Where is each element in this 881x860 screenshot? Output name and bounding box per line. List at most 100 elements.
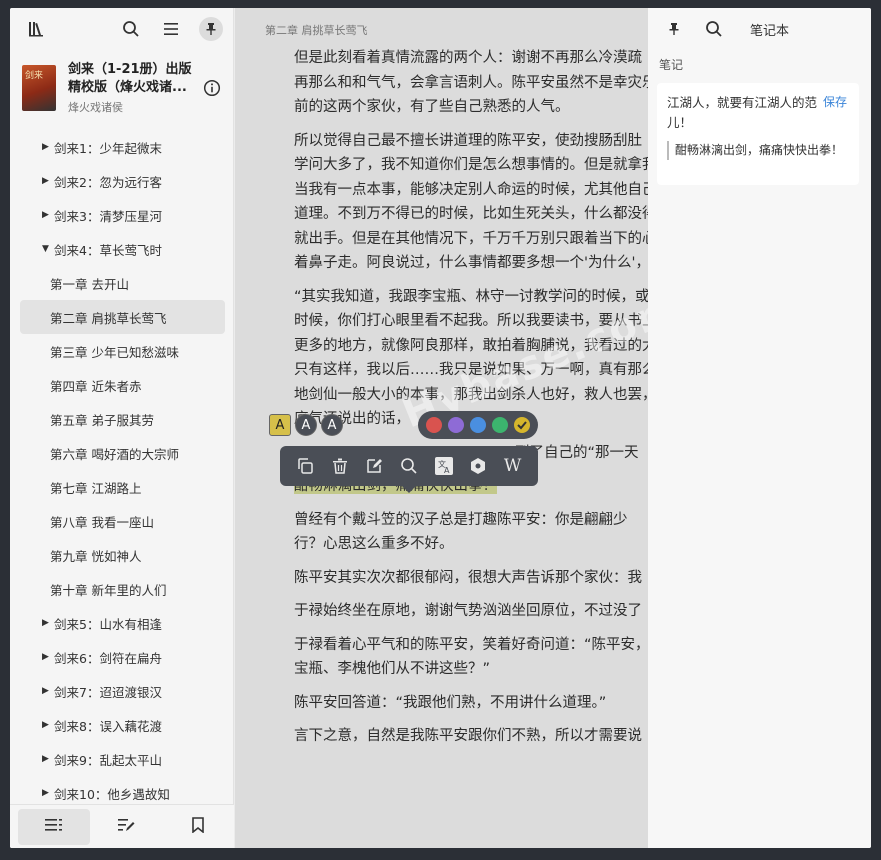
toc-chapter-item[interactable]: 第三章 少年已知愁滋味 <box>20 334 225 368</box>
toc-item-label: 第九章 恍如神人 <box>50 548 142 564</box>
menu-icon[interactable] <box>159 17 183 41</box>
paragraph[interactable]: 陈平安回答道：“我跟他们熟，不用讲什么道理。” <box>265 691 648 716</box>
text-line: 曾经有个戴斗笠的汉子总是打趣陈平安：你是翩翩少 <box>294 511 628 528</box>
text-line: 着鼻子走。阿良说过，什么事情都要多想一个'为什么'，我觉 <box>294 255 648 271</box>
color-swatch-green[interactable] <box>492 417 508 433</box>
highlight-style-underline[interactable]: A <box>295 414 317 436</box>
text-line: 就出手。但是在其他情况下，千万千万别只跟着当下的心思 <box>294 230 648 247</box>
toc-item-label: 第八章 我看一座山 <box>50 514 154 530</box>
text-line: 当我有一点本事，能够决定别人命运的时候，尤其他自己觉 <box>294 181 648 198</box>
toc-volume-item[interactable]: ▶ 剑来2：忽为远行客 <box>20 164 225 198</box>
book-title-line1: 剑来（1-21册）出版 <box>68 62 192 77</box>
toc-volume-item[interactable]: ▶ 剑来7：迢迢渡银汉 <box>20 674 225 708</box>
caret-right-icon[interactable]: ▶ <box>42 788 54 798</box>
caret-right-icon[interactable]: ▶ <box>42 176 54 186</box>
toc-item-label: 第三章 少年已知愁滋味 <box>50 344 179 360</box>
paragraph[interactable]: 曾经有个戴斗笠的汉子总是打趣陈平安：你是翩翩少 行？心思这么重多不好。 <box>265 508 648 557</box>
toc-chapter-item[interactable]: 第七章 江湖路上 <box>20 470 225 504</box>
note-card: 江湖人，就要有江湖人的范儿！ 保存 酣畅淋漓出剑，痛痛快快出拳！ <box>657 83 859 185</box>
toc-tab[interactable] <box>18 808 90 845</box>
toc-volume-item[interactable]: ▶ 剑来5：山水有相逢 <box>20 606 225 640</box>
table-of-contents: ▶ 剑来1：少年起微末 ▶ 剑来2：忽为远行客 ▶ 剑来3：清梦压星河 ▼ 剑来4：草长莺飞时… <box>10 126 233 810</box>
paragraph[interactable]: 于禄始终坐在原地，谢谢气势汹汹坐回原位，不过没了 <box>265 599 648 624</box>
pin-icon[interactable] <box>199 17 223 41</box>
toc-chapter-item[interactable]: 第四章 近朱者赤 <box>20 368 225 402</box>
caret-right-icon[interactable]: ▶ <box>42 618 54 628</box>
paragraph[interactable]: 言下之意，自然是我陈平安跟你们不熟，所以才需要说 <box>265 724 648 749</box>
toc-chapter-item[interactable]: 第五章 弟子服其劳 <box>20 402 225 436</box>
search-icon[interactable] <box>119 17 143 41</box>
notebook-toolbar: 笔记本 <box>648 8 871 50</box>
toc-item-label: 剑来7：迢迢渡银汉 <box>54 684 162 700</box>
paragraph[interactable]: 所以觉得自己最不擅长讲道理的陈平安，使劲搜肠刮肚 学问大多了，我不知道你们是怎么想… <box>265 129 648 276</box>
bookmarks-tab[interactable] <box>162 809 234 845</box>
toc-item-label: 第五章 弟子服其劳 <box>50 412 154 428</box>
save-button[interactable]: 保存 <box>823 93 847 110</box>
toc-item-label: 第一章 去开山 <box>50 276 129 292</box>
color-swatch-red[interactable] <box>426 417 442 433</box>
text-line: “其实我知道，我跟李宝瓶、林守一讨教学问的时候，或 <box>294 288 648 305</box>
notebook-panel: 笔记本 笔记 江湖人，就要有江湖人的范儿！ 保存 酣畅淋漓出剑，痛痛快快出拳！ <box>648 8 871 848</box>
book-info[interactable]: 剑来 剑来（1-21册）出版 精校版（烽火戏诸... 烽火戏诸侯 <box>10 50 233 126</box>
text-line: 于禄始终坐在原地，谢谢气势汹汹坐回原位，不过没了 <box>294 603 642 619</box>
paragraph[interactable]: 于禄看着心平气和的陈平安，笑着好奇问道：“陈平安， 宝瓶、李槐他们从不讲这些？” <box>265 633 648 682</box>
caret-right-icon[interactable]: ▶ <box>42 142 54 152</box>
text-line: 所以觉得自己最不擅长讲道理的陈平安，使劲搜肠刮肚 <box>294 132 642 149</box>
book-text: 剑来（1-21册）出版 精校版（烽火戏诸... 烽火戏诸侯 <box>68 61 197 115</box>
info-icon[interactable] <box>203 79 221 97</box>
text-line: 陈平安其实次次都很郁闷，很想大声告诉那个家伙：我 <box>294 569 642 586</box>
toc-volume-item[interactable]: ▼ 剑来4：草长莺飞时 <box>20 232 225 266</box>
highlight-style-fill[interactable]: A <box>269 414 291 436</box>
toc-volume-item[interactable]: ▶ 剑来3：清梦压星河 <box>20 198 225 232</box>
color-swatch-yellow[interactable] <box>514 417 530 433</box>
highlight-style-wavy[interactable]: A <box>321 414 343 436</box>
toc-volume-item[interactable]: ▶ 剑来8：误入藕花渡 <box>20 708 225 742</box>
toc-volume-item[interactable]: ▶ 剑来6：剑符在扁舟 <box>20 640 225 674</box>
edit-icon[interactable] <box>362 454 386 478</box>
caret-right-icon[interactable]: ▶ <box>42 754 54 764</box>
toc-item-label: 剑来6：剑符在扁舟 <box>54 650 162 666</box>
notes-section-label: 笔记 <box>659 58 684 72</box>
dictionary-icon[interactable] <box>466 454 490 478</box>
app-window: 剑来 剑来（1-21册）出版 精校版（烽火戏诸... 烽火戏诸侯 ▶ 剑来1：少年… <box>10 8 871 848</box>
toc-chapter-item[interactable]: 第六章 喝好酒的大宗师 <box>20 436 225 470</box>
toc-item-label: 剑来1：少年起微末 <box>54 140 162 156</box>
toc-item-label: 剑来8：误入藕花渡 <box>54 718 162 734</box>
paragraph[interactable]: 陈平安其实次次都很郁闷，很想大声告诉那个家伙：我 <box>265 566 648 591</box>
caret-right-icon[interactable]: ▶ <box>42 686 54 696</box>
paragraph[interactable]: 但是此刻看着真情流露的两个人：谢谢不再那么冷漠疏 再那么和和气气，会拿言语刺人。陈… <box>265 46 648 120</box>
toc-item-label: 剑来5：山水有相逢 <box>54 616 162 632</box>
toc-chapter-item[interactable]: 第十章 新年里的人们 <box>20 572 225 606</box>
highlight-color-bar <box>418 411 538 439</box>
delete-icon[interactable] <box>328 454 352 478</box>
library-icon[interactable] <box>24 17 48 41</box>
text-line: 于禄看着心平气和的陈平安，笑着好奇问道：“陈平安， <box>294 636 648 653</box>
caret-right-icon[interactable]: ▶ <box>42 210 54 220</box>
toc-chapter-item[interactable]: 第九章 恍如神人 <box>20 538 225 572</box>
toc-volume-item[interactable]: ▶ 剑来9：乱起太平山 <box>20 742 225 776</box>
sidebar-bottom-tabs <box>10 804 234 848</box>
search-icon[interactable] <box>397 454 421 478</box>
translate-icon[interactable]: 文A <box>432 454 456 478</box>
text-line: 道理。不到万不得已的时候，比如生死关头，什么都没得谈 <box>294 206 648 222</box>
caret-down-icon[interactable]: ▼ <box>42 244 54 254</box>
search-icon[interactable] <box>702 17 726 41</box>
toc-chapter-item[interactable]: 第一章 去开山 <box>20 266 225 300</box>
copy-icon[interactable] <box>293 454 317 478</box>
caret-right-icon[interactable]: ▶ <box>42 652 54 662</box>
color-swatch-blue[interactable] <box>470 417 486 433</box>
notes-tab[interactable] <box>90 809 162 845</box>
toc-chapter-item[interactable]: 第二章 肩挑草长莺飞 <box>20 300 225 334</box>
toc-item-label: 剑来3：清梦压星河 <box>54 208 162 224</box>
toc-item-label: 第四章 近朱者赤 <box>50 378 142 394</box>
toc-chapter-item[interactable]: 第八章 我看一座山 <box>20 504 225 538</box>
text-line: 前的这两个家伙，有了些自己熟悉的人气。 <box>294 99 570 115</box>
wikipedia-icon[interactable]: W <box>501 454 525 478</box>
note-text[interactable]: 江湖人，就要有江湖人的范儿！ <box>667 93 817 133</box>
pin-icon[interactable] <box>662 17 686 41</box>
caret-right-icon[interactable]: ▶ <box>42 720 54 730</box>
toc-volume-item[interactable]: ▶ 剑来1：少年起微末 <box>20 130 225 164</box>
toc-list-icon <box>45 817 63 836</box>
toc-item-label: 第十章 新年里的人们 <box>50 582 167 598</box>
color-swatch-purple[interactable] <box>448 417 464 433</box>
